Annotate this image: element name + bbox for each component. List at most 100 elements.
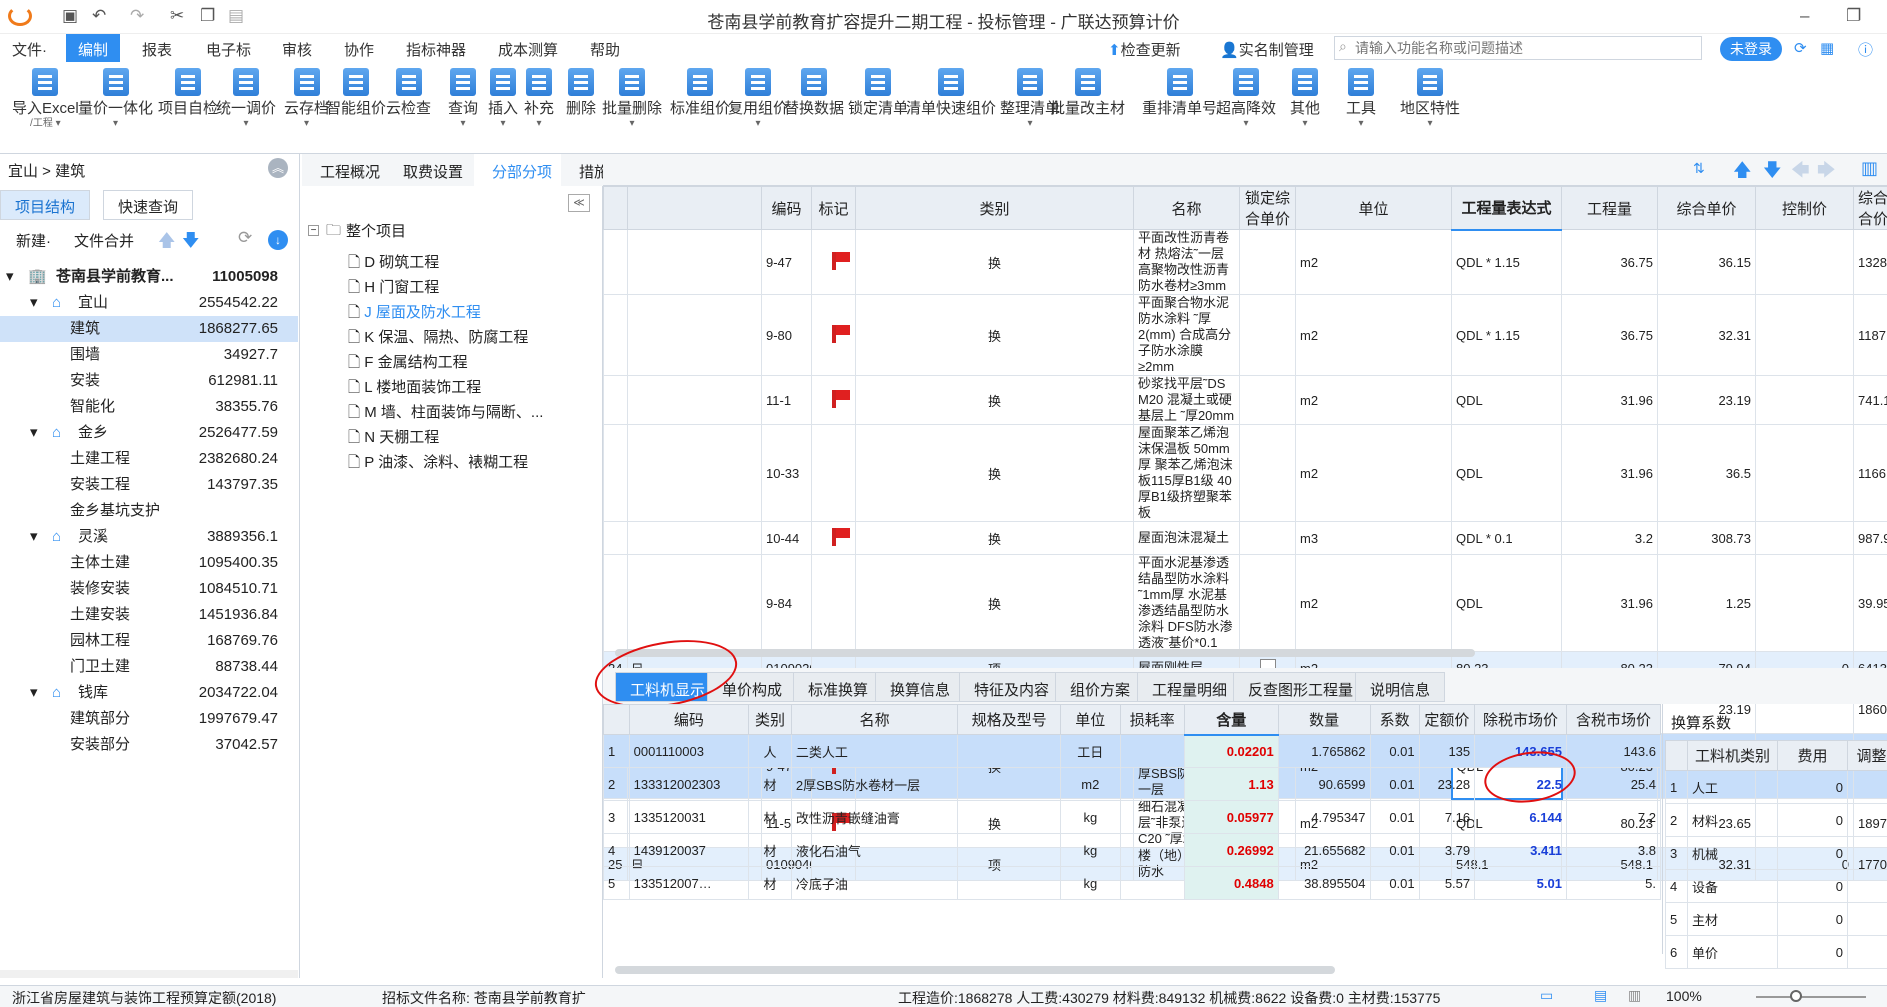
download-icon[interactable]: ↓ [268, 230, 288, 250]
unit-cell[interactable]: m2 [1059, 767, 1121, 801]
menu-index[interactable]: 指标神器 [406, 39, 466, 60]
zoom-slider-thumb[interactable] [1790, 990, 1802, 1002]
grid-hscrollbar[interactable] [615, 649, 1475, 657]
collapse-icon[interactable]: ︽ [268, 158, 288, 178]
tree-item[interactable]: 金乡基坑支护 [0, 498, 298, 524]
ribbon-button-16[interactable]: 清单快速组价 [906, 68, 996, 119]
lock-cell[interactable] [1239, 554, 1296, 652]
lock-cell[interactable] [1239, 424, 1296, 522]
conversion-cell[interactable]: 0 [1777, 935, 1848, 969]
detail-tab-5[interactable]: 组价方案 [1055, 672, 1146, 702]
section-item[interactable]: 🗋 P 油漆、涂料、裱糊工程 [348, 448, 528, 478]
tree-item[interactable]: 安装工程 143797.35 [0, 472, 298, 498]
material-col-header[interactable]: 类别 [748, 704, 792, 735]
qty-cell[interactable]: 0.05977 [1183, 800, 1279, 834]
name-cell[interactable]: 平面聚合物水泥防水涂料 ˜厚2(mm) 合成高分子防水涂膜≥2mm [1133, 294, 1240, 376]
ribbon-button-19[interactable]: 重排清单号 [1142, 68, 1217, 119]
ribbon-button-5[interactable]: 智能组价 [326, 68, 386, 119]
collapse-left-icon[interactable]: ≪ [568, 194, 590, 212]
panel-icon[interactable]: ▥ [1861, 158, 1878, 179]
spec-cell[interactable] [957, 734, 1061, 768]
lock-cell[interactable] [1239, 229, 1296, 295]
tree-item[interactable]: 建筑 1868277.65 [0, 316, 298, 342]
code-cell[interactable]: 133512007… [628, 866, 750, 900]
material-row[interactable]: 3 1335120031 材改性沥青嵌缝油膏 kg 0.05977 4.795347 0.0… [603, 800, 1662, 834]
code-cell[interactable]: 1335120031 [628, 800, 750, 834]
ribbon-button-9[interactable]: 补充 ▾ [524, 68, 554, 129]
spec-cell[interactable] [957, 800, 1061, 834]
ftree-root[interactable]: 整个项目 [346, 220, 406, 241]
loss-cell[interactable] [1119, 734, 1185, 768]
qty-cell[interactable]: 0.26992 [1183, 833, 1279, 867]
grid-col-header[interactable]: 工程量表达式 [1451, 186, 1562, 231]
unit-cell[interactable]: kg [1059, 833, 1121, 867]
expr-cell[interactable]: QDL * 0.1 [1451, 521, 1562, 555]
material-col-header[interactable]: 除税市场价 [1474, 704, 1567, 735]
refresh-icon[interactable]: ⟳ [1794, 39, 1807, 57]
code-cell[interactable]: 9-80 [761, 294, 812, 376]
loss-cell[interactable] [1119, 866, 1185, 900]
material-col-header[interactable]: 含税市场价 [1565, 704, 1662, 735]
name-cell[interactable]: 平面水泥基渗透结晶型防水涂料 ˜1mm厚 水泥基渗透结晶型防水涂料 DFS防水渗… [1133, 554, 1240, 652]
conversion-cell[interactable]: 0 [1777, 836, 1848, 870]
expr-cell[interactable]: QDL [1451, 554, 1562, 652]
ribbon-button-0[interactable]: 导入Excel/工程 ▾ [12, 68, 79, 129]
tree-item[interactable]: 土建工程 2382680.24 [0, 446, 298, 472]
conversion-row[interactable]: 3 机械 0 [1665, 836, 1887, 870]
zoom-slider[interactable] [1756, 996, 1866, 998]
ribbon-button-4[interactable]: 云存档 ▾ [284, 68, 329, 129]
tree-item[interactable]: 安装 612981.11 [0, 368, 298, 394]
type-cell[interactable]: 材 [748, 800, 792, 834]
tree-item[interactable]: 主体土建 1095400.35 [0, 550, 298, 576]
material-row[interactable]: 4 1439120037 材液化石油气 kg 0.26992 21.655682 0.01 3… [603, 833, 1662, 867]
search-input[interactable] [1355, 38, 1695, 58]
ribbon-button-15[interactable]: 锁定清单 [848, 68, 908, 119]
ribbon-button-18[interactable]: 批量改主材 [1050, 68, 1125, 119]
detail-tab-7[interactable]: 反查图形工程量 [1233, 672, 1369, 702]
conversion-row[interactable]: 6 单价 0 [1665, 935, 1887, 969]
merge-file-button[interactable]: 文件合并 [74, 230, 134, 251]
tree-item[interactable]: 建筑部分 1997679.47 [0, 706, 298, 732]
conversion-cell[interactable]: 0 [1777, 803, 1848, 837]
ribbon-button-8[interactable]: 插入 ▾ [488, 68, 518, 129]
conversion-adjust-cell[interactable] [1847, 803, 1887, 837]
expr-cell[interactable]: QDL [1451, 375, 1562, 425]
ribbon-button-1[interactable]: 量价一体化 ▾ [78, 68, 153, 129]
tree-item[interactable]: 门卫土建 88738.44 [0, 654, 298, 680]
lock-cell[interactable] [1239, 521, 1296, 555]
grid-col-header[interactable]: 标记 [811, 186, 856, 230]
material-col-header[interactable]: 名称 [790, 704, 959, 735]
menu-help[interactable]: 帮助 [590, 39, 620, 60]
tab-project-structure[interactable]: 项目结构 [0, 190, 91, 220]
name-cell[interactable]: 砂浆找平层˜DS M20 混凝土或硬基层上 ˜厚20mm [1133, 375, 1240, 425]
move-down-icon[interactable]: 🡇 [182, 228, 199, 257]
expand-collapse-icon[interactable]: − [308, 225, 319, 236]
menu-report[interactable]: 报表 [142, 39, 172, 60]
grid-col-header[interactable]: 编码 [761, 186, 812, 230]
up-arrow-icon[interactable]: 🡅 [1733, 158, 1752, 188]
name-cell[interactable]: 冷底子油 [790, 866, 959, 900]
tree-item[interactable]: ▾ ⌂ 金乡 2526477.59 [0, 420, 298, 446]
tree-item[interactable]: 装修安装 1084510.71 [0, 576, 298, 602]
menu-ebid[interactable]: 电子标 [206, 39, 251, 60]
down-arrow-icon[interactable]: 🡇 [1763, 158, 1782, 188]
tree-item[interactable]: ▾ ⌂ 钱库 2034722.04 [0, 680, 298, 706]
material-col-header[interactable]: 含量 [1183, 704, 1279, 736]
detail-tab-3[interactable]: 换算信息 [875, 672, 966, 702]
mkt-tax-price-cell[interactable]: 143.6 [1565, 734, 1662, 768]
ribbon-button-13[interactable]: 复用组价 ▾ [728, 68, 788, 129]
mkt-price-cell[interactable]: 3.411 [1474, 833, 1567, 867]
name-cell[interactable]: 液化石油气 [790, 833, 959, 867]
qty-cell[interactable]: 1.13 [1183, 767, 1279, 801]
material-col-header[interactable]: 数量 [1277, 704, 1371, 735]
tree-item[interactable]: ▾ ⌂ 灵溪 3889356.1 [0, 524, 298, 550]
grid-col-header[interactable]: 锁定综合单价 [1239, 186, 1296, 230]
tree-expand-icon[interactable]: ▾ [6, 264, 14, 290]
material-col-header[interactable]: 单位 [1059, 704, 1121, 735]
ribbon-button-21[interactable]: 其他 ▾ [1290, 68, 1320, 129]
apps-icon[interactable]: ▦ [1820, 39, 1834, 57]
info-icon[interactable]: ⓘ [1858, 39, 1873, 60]
grid-col-header[interactable]: 名称 [1133, 186, 1240, 230]
view-normal-icon[interactable]: ▭ [1540, 987, 1553, 1004]
expr-cell[interactable]: QDL * 1.15 [1451, 294, 1562, 376]
